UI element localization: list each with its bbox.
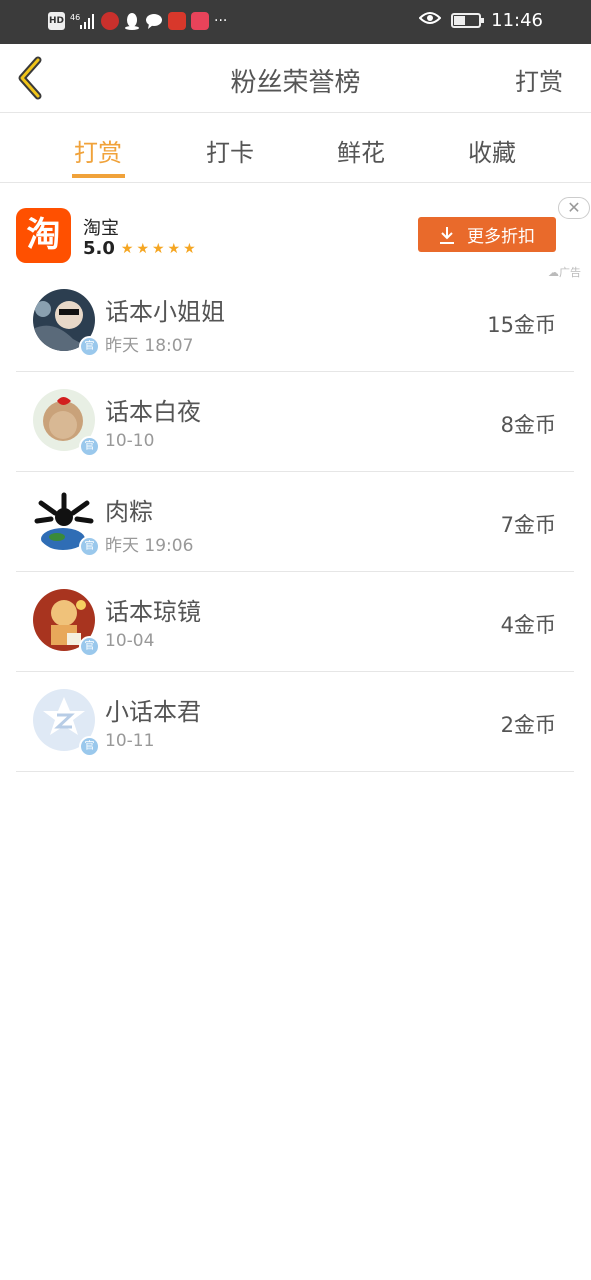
taobao-logo-icon: 淘 xyxy=(16,208,71,263)
official-badge-icon: 官 xyxy=(79,736,100,757)
app-badge-icon xyxy=(168,12,186,30)
reward-time: 10-10 xyxy=(105,431,155,451)
coin-amount: 15金币 xyxy=(487,313,556,337)
official-badge-icon: 官 xyxy=(79,536,100,557)
reward-time: 昨天 19:06 xyxy=(105,536,194,556)
user-name: 话本白夜 xyxy=(105,398,201,426)
reward-time: 昨天 18:07 xyxy=(105,336,194,356)
official-badge-icon: 官 xyxy=(79,336,100,357)
ad-close-button[interactable]: ✕ xyxy=(558,197,590,219)
reward-time: 10-11 xyxy=(105,731,155,751)
fan-ranking-list: 官 话本小姐姐 昨天 18:07 15金币 官 话本白夜 10-10 8金币 官… xyxy=(16,272,574,772)
coin-amount: 2金币 xyxy=(500,713,556,737)
battery-level xyxy=(454,16,465,25)
hd-icon: HD xyxy=(48,12,65,30)
download-icon xyxy=(440,226,454,244)
star-rating-icon: ★★★★★ xyxy=(120,240,199,257)
user-name: 小话本君 xyxy=(105,698,201,726)
tab-bar: 打赏 打卡 鲜花 收藏 xyxy=(0,113,591,183)
app-notification-icon xyxy=(101,12,119,30)
list-item[interactable]: 官 话本琼镜 10-04 4金币 xyxy=(16,572,574,672)
qq-icon xyxy=(124,12,140,30)
user-name: 话本小姐姐 xyxy=(105,298,225,326)
official-badge-icon: 官 xyxy=(79,436,100,457)
ad-rating-value: 5.0 xyxy=(83,238,115,259)
ad-banner[interactable]: 淘 淘宝 5.0 ★★★★★ 更多折扣 ✕ ☁广告 xyxy=(0,196,591,282)
list-item[interactable]: 官 肉粽 昨天 19:06 7金币 xyxy=(16,472,574,572)
list-item[interactable]: 官 话本小姐姐 昨天 18:07 15金币 xyxy=(16,272,574,372)
coin-amount: 4金币 xyxy=(500,613,556,637)
ad-button-label: 更多折扣 xyxy=(467,227,535,247)
clock: 11:46 xyxy=(491,10,543,31)
tab-favorites[interactable]: 收藏 xyxy=(452,133,532,168)
tab-checkin[interactable]: 打卡 xyxy=(190,133,270,168)
list-item[interactable]: 官 话本白夜 10-10 8金币 xyxy=(16,372,574,472)
reward-button[interactable]: 打赏 xyxy=(515,62,563,97)
more-dots-icon: ··· xyxy=(214,13,228,29)
page-title: 粉丝荣誉榜 xyxy=(230,68,361,98)
active-tab-indicator xyxy=(72,174,125,178)
user-name: 肉粽 xyxy=(105,498,153,526)
coin-amount: 7金币 xyxy=(500,513,556,537)
reader-app-icon xyxy=(191,12,209,30)
reward-time: 10-04 xyxy=(105,631,155,651)
battery-icon xyxy=(451,13,485,28)
ad-rating: 5.0 ★★★★★ xyxy=(83,238,199,259)
official-badge-icon: 官 xyxy=(79,636,100,657)
status-icons-left: HD 46 ··· xyxy=(48,12,227,30)
status-icons-right: 11:46 xyxy=(418,10,543,31)
top-nav-bar: 粉丝荣誉榜 打赏 xyxy=(0,44,591,113)
tab-reward[interactable]: 打赏 xyxy=(58,133,138,168)
4g-signal-icon: 46 xyxy=(70,12,96,30)
user-name: 话本琼镜 xyxy=(105,598,201,626)
status-bar: HD 46 ··· 11:46 xyxy=(0,0,591,44)
tab-flowers[interactable]: 鲜花 xyxy=(321,133,401,168)
ad-app-name: 淘宝 xyxy=(83,218,119,239)
ad-download-button[interactable]: 更多折扣 xyxy=(418,217,556,252)
coin-amount: 8金币 xyxy=(500,413,556,437)
list-item[interactable]: 官 小话本君 10-11 2金币 xyxy=(16,672,574,772)
message-icon xyxy=(145,12,163,30)
eye-icon xyxy=(418,10,442,31)
svg-text:46: 46 xyxy=(70,13,80,22)
